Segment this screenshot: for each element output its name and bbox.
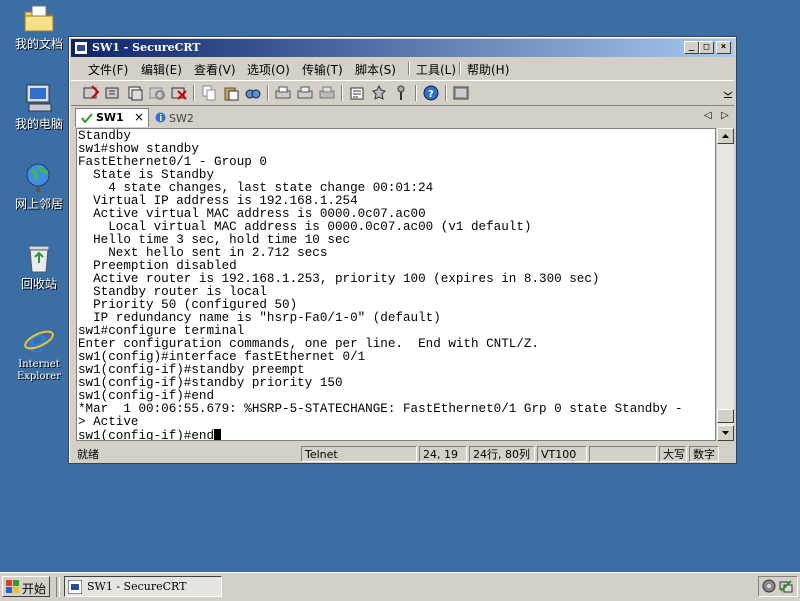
reconnect-icon[interactable] [149, 85, 165, 101]
taskbar: 开始 SW1 - SecureCRT [0, 572, 800, 601]
status-blank [589, 446, 657, 462]
desktop-icon-network-places[interactable]: 网上邻居 [8, 162, 70, 211]
svg-text:e: e [28, 324, 47, 356]
toolbar-separator [267, 85, 269, 101]
desktop-icon-label: 我的电脑 [14, 117, 63, 131]
status-caps-lock: 大写 [659, 446, 687, 462]
toolbar-separator [341, 85, 343, 101]
status-emulation: VT100 [537, 446, 587, 462]
taskbar-item-label: SW1 - SecureCRT [87, 580, 187, 593]
maximize-button[interactable]: □ [699, 41, 714, 54]
desktop-icon-my-computer[interactable]: 我的电脑 [8, 82, 70, 131]
start-label: 开始 [22, 582, 47, 596]
tab-prev-icon[interactable]: ◁ [704, 110, 712, 121]
start-button[interactable]: 开始 [2, 576, 50, 597]
tray-network-icon[interactable] [762, 579, 776, 593]
connect-tab-icon[interactable] [127, 85, 143, 101]
tab-label: SW2 [169, 112, 194, 125]
menu-help[interactable]: 帮助(H) [467, 61, 509, 78]
desktop-icon-recycle-bin[interactable]: 回收站 [8, 242, 70, 291]
print-setup-icon[interactable] [319, 85, 335, 101]
desktop-icon-label: Explorer [16, 371, 62, 382]
copy-icon[interactable] [201, 85, 217, 101]
menu-tools[interactable]: 工具(L) [416, 61, 456, 78]
svg-text:?: ? [428, 89, 434, 100]
securecrt-window: SW1 - SecureCRT _ □ × 文件(F) 编辑(E) 查看(V) … [68, 36, 737, 464]
desktop-icon-label: 回收站 [20, 277, 57, 291]
scroll-down-button[interactable] [717, 425, 734, 441]
system-tray [758, 576, 798, 597]
terminal-line: > Active [78, 415, 139, 429]
paste-icon[interactable] [223, 85, 239, 101]
status-bar: 就绪 Telnet 24, 19 24行, 80列 VT100 大写 数字 [71, 445, 734, 463]
desktop-icon-label: 我的文档 [14, 37, 63, 51]
global-options-icon[interactable] [371, 84, 387, 101]
recycle-bin-icon [23, 242, 55, 274]
status-terminal-size: 24行, 80列 [469, 446, 535, 462]
minimize-button[interactable]: _ [684, 41, 699, 54]
connect-icon[interactable] [83, 85, 100, 101]
toolbar: ? [71, 80, 734, 106]
help-icon[interactable]: ? [423, 85, 439, 101]
print-icon[interactable] [275, 85, 291, 101]
close-button[interactable]: × [716, 41, 731, 54]
quick-connect-icon[interactable] [105, 85, 121, 101]
menu-transfer[interactable]: 传输(T) [302, 61, 343, 78]
terminal-scrollbar[interactable] [717, 128, 734, 441]
terminal-cursor [214, 429, 222, 440]
folder-icon [23, 2, 55, 34]
toolbar-separator [193, 85, 195, 101]
print-selection-icon[interactable] [297, 85, 313, 101]
menu-view[interactable]: 查看(V) [194, 61, 236, 78]
status-num-lock: 数字 [689, 446, 719, 462]
scroll-up-button[interactable] [717, 128, 734, 144]
disconnect-icon[interactable] [171, 85, 187, 101]
menu-separator [408, 62, 410, 75]
tray-connection-icon[interactable] [779, 579, 793, 593]
terminal-line: *Mar 1 00:06:55.679: %HSRP-5-STATECHANGE… [78, 402, 683, 416]
menu-separator [459, 62, 461, 75]
session-options-icon[interactable] [349, 85, 365, 101]
menu-bar: 文件(F) 编辑(E) 查看(V) 选项(O) 传输(T) 脚本(S) 工具(L… [71, 58, 734, 78]
menu-file[interactable]: 文件(F) [88, 61, 128, 78]
taskbar-item-securecrt[interactable]: SW1 - SecureCRT [64, 576, 222, 597]
tab-sw1[interactable]: SW1 × [75, 108, 149, 127]
menu-options[interactable]: 选项(O) [247, 61, 290, 78]
toolbar-separator [445, 85, 447, 101]
window-title: SW1 - SecureCRT [92, 41, 201, 54]
info-icon [155, 112, 166, 123]
desktop-icon-label: Internet [18, 359, 60, 370]
terminal-output[interactable]: Standby sw1#show standby FastEthernet0/1 -… [76, 128, 716, 441]
toolbar-separator [415, 85, 417, 101]
desktop-icon-label: 网上邻居 [14, 197, 63, 211]
find-icon[interactable] [245, 85, 261, 101]
desktop-icon-my-documents[interactable]: 我的文档 [8, 2, 70, 51]
securecrt-app-icon [68, 580, 82, 594]
computer-icon [23, 82, 55, 114]
session-tab-bar: SW1 × SW2 ◁ ▷ [71, 106, 734, 128]
keymap-editor-icon[interactable] [453, 85, 469, 101]
tab-next-icon[interactable]: ▷ [721, 110, 729, 121]
tab-close-icon[interactable]: × [134, 110, 144, 124]
scroll-thumb[interactable] [717, 409, 734, 423]
desktop-icon-internet-explorer[interactable]: e Internet Explorer [8, 322, 70, 383]
toolbar-overflow-icon[interactable] [723, 87, 733, 99]
key-icon[interactable] [393, 85, 409, 101]
status-cursor-position: 24, 19 [419, 446, 467, 462]
taskbar-separator [56, 577, 60, 597]
menu-script[interactable]: 脚本(S) [355, 61, 396, 78]
menu-edit[interactable]: 编辑(E) [141, 61, 182, 78]
tab-sw2[interactable]: SW2 [153, 108, 213, 127]
securecrt-app-icon[interactable] [74, 41, 88, 55]
status-ready: 就绪 [77, 448, 99, 461]
title-bar[interactable]: SW1 - SecureCRT _ □ × [71, 39, 734, 57]
internet-explorer-icon: e [23, 322, 55, 360]
connected-check-icon [81, 113, 93, 123]
terminal-line: sw1(config-if)#end [78, 429, 222, 440]
tab-label: SW1 [96, 111, 124, 124]
windows-logo-icon [6, 580, 19, 593]
network-globe-icon [23, 162, 55, 194]
status-protocol: Telnet [301, 446, 417, 462]
